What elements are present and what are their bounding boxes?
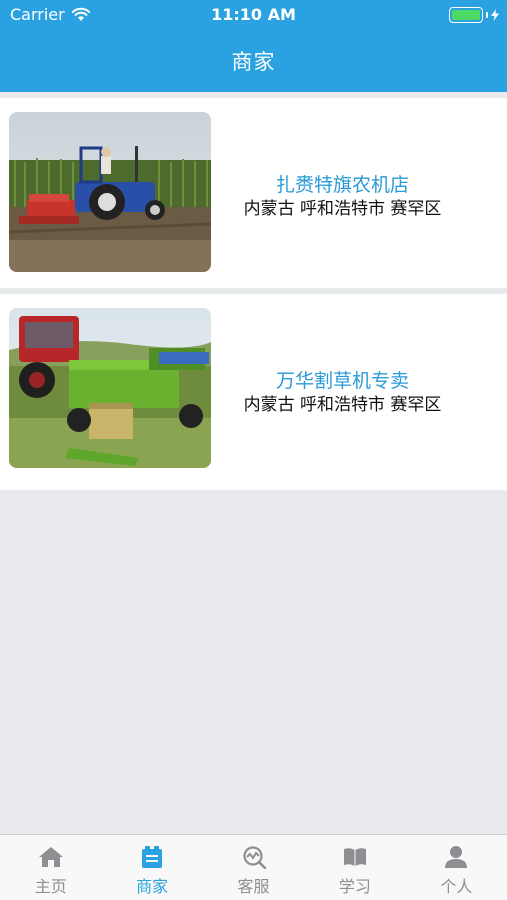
status-time: 11:10 AM [211,5,296,24]
tab-bar: 主页 商家 客服 学习 个人 [0,834,507,900]
customer-service-icon [242,846,266,869]
shop-info: 万华割草机专卖 内蒙古 呼和浩特市 赛罕区 [222,368,463,416]
charging-bolt-icon [491,9,499,21]
shop-name[interactable]: 万华割草机专卖 [222,368,463,394]
shop-address: 内蒙古 呼和浩特市 赛罕区 [243,395,442,415]
top-bar: Carrier 11:10 AM 商家 [0,0,507,92]
page-title: 商家 [231,50,276,74]
shop-image-tractor [9,112,211,272]
merchant-icon [142,846,163,868]
tab-label: 商家 [136,877,169,896]
shop-list-item[interactable]: 扎赉特旗农机店 内蒙古 呼和浩特市 赛罕区 [0,98,507,294]
shop-list-item[interactable]: 万华割草机专卖 内蒙古 呼和浩特市 赛罕区 [0,294,507,490]
tab-label: 客服 [237,877,270,896]
tab-customer-service[interactable]: 客服 [203,835,304,900]
book-icon [343,848,366,866]
shop-image-baler [9,308,211,468]
battery-icon [449,7,499,23]
tab-home[interactable]: 主页 [0,835,101,900]
tab-label: 个人 [440,877,473,896]
tab-profile[interactable]: 个人 [406,835,507,900]
app-screen: Carrier 11:10 AM 商家 扎赉特旗农机店 内蒙古 呼和浩特市 赛罕… [0,0,507,900]
shop-list: 扎赉特旗农机店 内蒙古 呼和浩特市 赛罕区 万华割草机专卖 内蒙古 呼和浩特市 … [0,98,507,490]
tab-learn[interactable]: 学习 [304,835,405,900]
status-bar: Carrier 11:10 AM [0,0,507,30]
tab-label: 学习 [338,877,371,896]
shop-name[interactable]: 扎赉特旗农机店 [222,172,463,198]
tab-label: 主页 [34,877,67,896]
shop-address: 内蒙古 呼和浩特市 赛罕区 [243,199,442,219]
tab-merchant[interactable]: 商家 [101,835,202,900]
person-icon [445,846,468,868]
home-icon [38,847,63,867]
shop-info: 扎赉特旗农机店 内蒙古 呼和浩特市 赛罕区 [222,172,463,220]
